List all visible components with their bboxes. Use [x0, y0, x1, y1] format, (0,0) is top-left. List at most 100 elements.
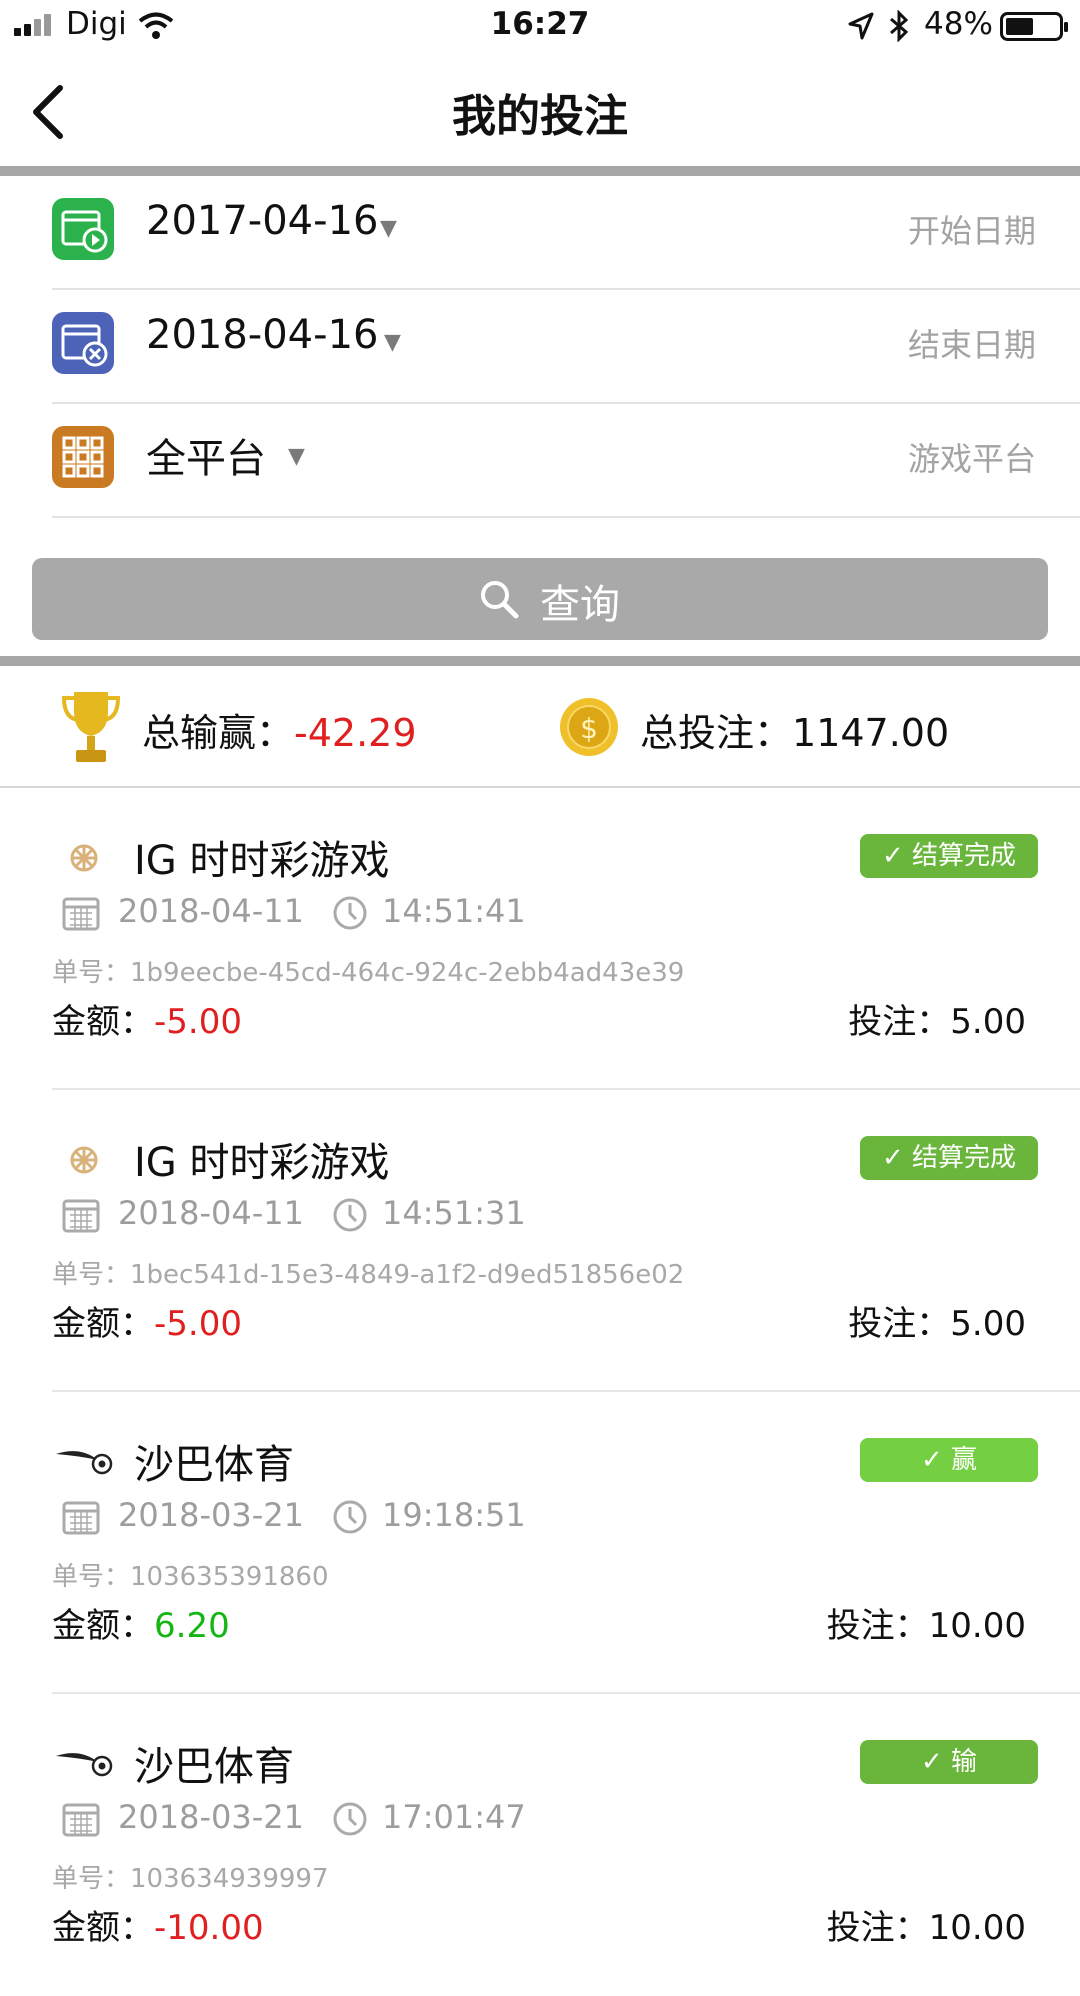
query-button-label: 查询 [540, 582, 620, 628]
order-label: 单号： [52, 1562, 131, 1592]
header-divider [0, 166, 1080, 176]
search-icon [481, 581, 519, 619]
status-badge: ✓ 结算完成 [860, 1136, 1038, 1180]
bet: 投注：5.00 [848, 1296, 1026, 1345]
order-value: 1bec541d-15e3-4849-a1f2-d9ed51856e02 [130, 1260, 685, 1290]
end-date-hint: 结束日期 [907, 326, 1036, 364]
calendar-icon [62, 1501, 100, 1535]
platform-row[interactable]: 全平台 ▼ 游戏平台 [0, 404, 1080, 518]
saba-logo-icon [56, 1451, 113, 1475]
bet-label: 投注： [848, 1002, 951, 1042]
status-badge: ✓ 结算完成 [860, 834, 1038, 878]
ig-logo-icon [70, 1146, 98, 1174]
record-date: 2018-03-21 [118, 1798, 304, 1836]
game-name: IG 时时彩游戏 [134, 1140, 390, 1186]
bet-value: 10.00 [928, 1606, 1026, 1646]
page-title: 我的投注 [452, 91, 628, 142]
coin-icon: $ [560, 698, 618, 756]
datetime-line: 2018-03-21 19:18:51 [62, 1496, 526, 1535]
record-time: 14:51:31 [381, 1194, 526, 1232]
saba-logo-icon [56, 1753, 113, 1777]
bet-value: 10.00 [928, 1908, 1026, 1948]
start-date-value: 2017-04-16 [146, 198, 379, 244]
record-date: 2018-04-11 [118, 892, 304, 930]
order-label: 单号： [52, 1260, 131, 1290]
datetime-line: 2018-03-21 17:01:47 [62, 1798, 526, 1837]
calendar-icon [62, 1803, 100, 1837]
total-winloss: 总输赢：-42.29 [142, 702, 417, 757]
calendar-icon [62, 897, 100, 931]
bet: 投注：10.00 [827, 1598, 1026, 1647]
order-number: 单号：103635391860 [52, 1556, 329, 1593]
game-name: 沙巴体育 [134, 1744, 294, 1790]
clock-icon [333, 1500, 367, 1534]
game-name: 沙巴体育 [134, 1442, 294, 1488]
bet: 投注：10.00 [827, 1900, 1026, 1949]
bet: 投注：5.00 [848, 994, 1026, 1043]
check-icon: ✓ [920, 1747, 952, 1777]
amount-label: 金额： [52, 1002, 154, 1042]
dropdown-arrow-icon: ▼ [384, 330, 401, 355]
bet-record[interactable]: IG 时时彩游戏 ✓ 结算完成 2018-04-11 14:51:41 单号：1b… [0, 788, 1080, 1090]
clock-icon [333, 1802, 367, 1836]
clock-icon [333, 896, 367, 930]
amount-value: 6.20 [154, 1606, 230, 1646]
bet-record[interactable]: IG 时时彩游戏 ✓ 结算完成 2018-04-11 14:51:31 单号：1b… [0, 1090, 1080, 1392]
order-value: 103635391860 [130, 1562, 329, 1592]
datetime-line: 2018-04-11 14:51:31 [62, 1194, 526, 1233]
order-label: 单号： [52, 1864, 131, 1894]
battery-percent: 48% [924, 6, 993, 42]
trophy-icon [61, 692, 121, 762]
game-name: IG 时时彩游戏 [134, 838, 390, 884]
platform-value: 全平台 [146, 436, 266, 482]
amount: 金额：-10.00 [52, 1900, 264, 1949]
order-value: 1b9eecbe-45cd-464c-924c-2ebb4ad43e39 [130, 958, 685, 988]
status-label: 输 [951, 1747, 978, 1777]
location-icon [848, 12, 874, 40]
total-bet-label: 总投注： [640, 711, 793, 755]
calendar-close-icon [52, 312, 114, 374]
record-date: 2018-04-11 [118, 1194, 304, 1232]
total-bet: 总投注：1147.00 [640, 702, 949, 757]
bet-label: 投注： [848, 1304, 951, 1344]
calendar-icon [62, 1199, 100, 1233]
datetime-line: 2018-04-11 14:51:41 [62, 892, 526, 931]
amount-label: 金额： [52, 1908, 154, 1948]
record-time: 17:01:47 [381, 1798, 526, 1836]
order-number: 单号：1b9eecbe-45cd-464c-924c-2ebb4ad43e39 [52, 952, 684, 989]
record-time: 14:51:41 [381, 892, 526, 930]
total-bet-value: 1147.00 [792, 711, 950, 755]
record-time: 19:18:51 [381, 1496, 526, 1534]
status-time: 16:27 [490, 6, 590, 42]
svg-text:$: $ [580, 712, 598, 745]
check-icon: ✓ [920, 1445, 952, 1475]
amount-value: -10.00 [154, 1908, 264, 1948]
bet-label: 投注： [826, 1908, 929, 1948]
amount: 金额：6.20 [52, 1598, 230, 1647]
end-date-value: 2018-04-16 [146, 312, 379, 358]
row-divider [52, 516, 1080, 518]
check-icon: ✓ [881, 1143, 913, 1173]
start-date-row[interactable]: 2017-04-16 ▼ 开始日期 [0, 176, 1080, 290]
dropdown-arrow-icon: ▼ [380, 216, 397, 241]
clock-icon [333, 1198, 367, 1232]
status-label: 结算完成 [912, 841, 1017, 871]
start-date-hint: 开始日期 [907, 212, 1036, 250]
bet-record[interactable]: 沙巴体育 ✓ 输 2018-03-21 17:01:47 单号：103634939… [0, 1694, 1080, 1996]
amount: 金额：-5.00 [52, 1296, 242, 1345]
status-bar: Digi 16:27 48% [0, 0, 1080, 52]
platform-hint: 游戏平台 [907, 440, 1036, 478]
status-badge: ✓ 赢 [860, 1438, 1038, 1482]
end-date-row[interactable]: 2018-04-16 ▼ 结束日期 [0, 290, 1080, 404]
ig-logo-icon [70, 844, 98, 872]
total-winloss-label: 总输赢： [142, 711, 295, 755]
battery-icon [1000, 12, 1068, 41]
amount-value: -5.00 [154, 1304, 242, 1344]
amount-label: 金额： [52, 1606, 154, 1646]
amount-value: -5.00 [154, 1002, 242, 1042]
bet-record[interactable]: 沙巴体育 ✓ 赢 2018-03-21 19:18:51 单号：103635391… [0, 1392, 1080, 1694]
query-button[interactable]: 查询 [32, 558, 1048, 640]
grid-icon [52, 426, 114, 488]
status-badge: ✓ 输 [860, 1740, 1038, 1784]
order-label: 单号： [52, 958, 131, 988]
